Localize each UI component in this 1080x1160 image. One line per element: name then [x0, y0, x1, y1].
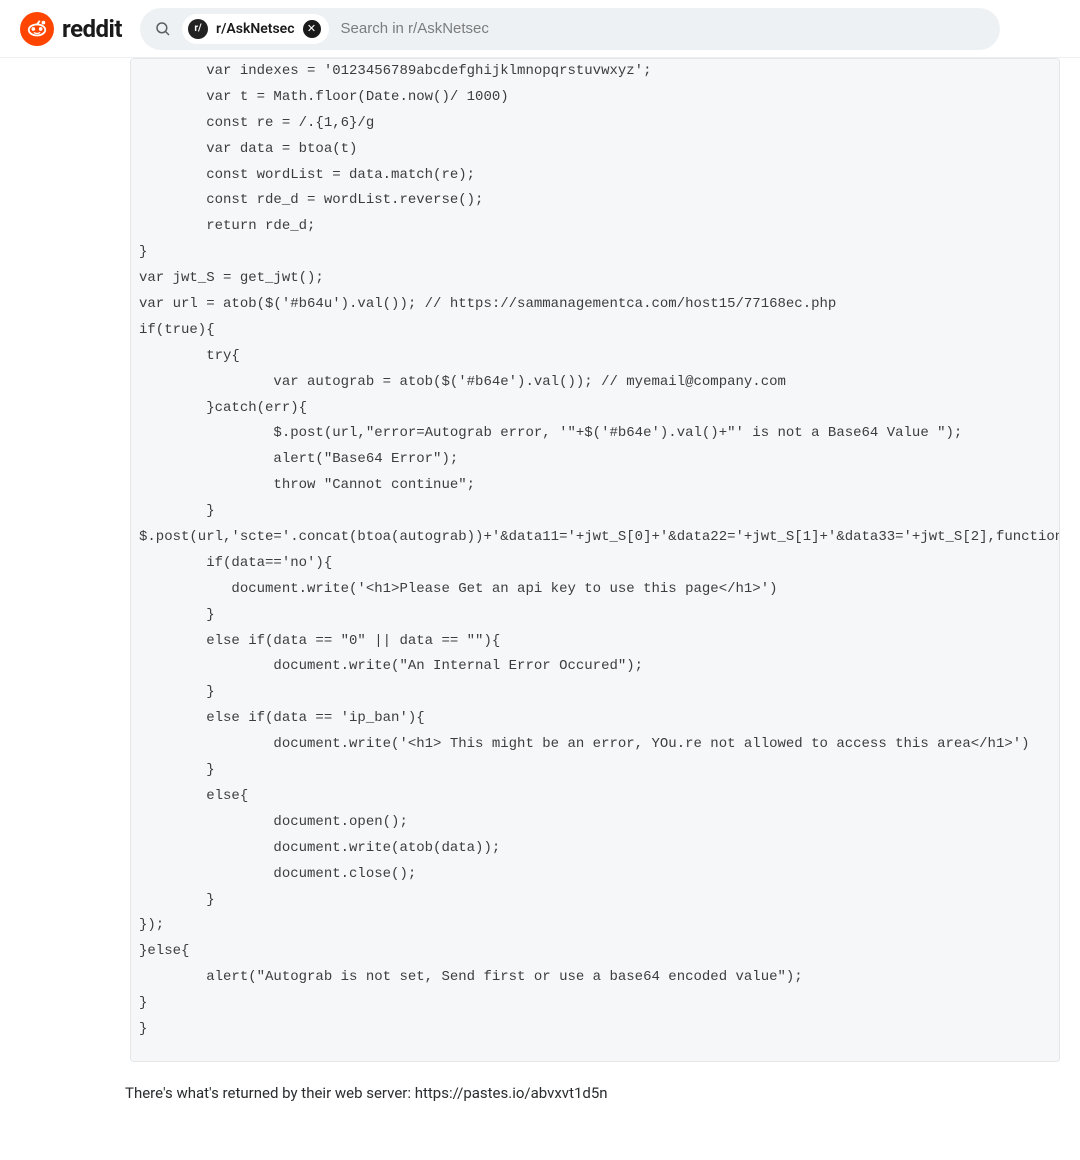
subreddit-avatar-icon: r/	[188, 19, 208, 39]
code-block[interactable]: var indexes = '0123456789abcdefghijklmno…	[130, 58, 1060, 1062]
search-icon	[154, 20, 172, 38]
search-bar[interactable]: r/ r/AskNetsec ✕	[140, 8, 1000, 50]
caption-line: There's what's returned by their web ser…	[125, 1084, 1060, 1102]
reddit-logo-icon	[20, 12, 54, 46]
code-text: var indexes = '0123456789abcdefghijklmno…	[131, 59, 1059, 1043]
search-input[interactable]	[339, 19, 987, 38]
brand-name: reddit	[62, 15, 122, 43]
clear-scope-icon[interactable]: ✕	[303, 20, 321, 38]
search-scope-pill[interactable]: r/ r/AskNetsec ✕	[182, 14, 328, 44]
brand-logo[interactable]: reddit	[20, 12, 122, 46]
search-scope-label: r/AskNetsec	[216, 21, 294, 37]
post-content: var indexes = '0123456789abcdefghijklmno…	[0, 58, 1080, 1122]
caption-prefix: There's what's returned by their web ser…	[125, 1084, 415, 1102]
app-header: reddit r/ r/AskNetsec ✕	[0, 0, 1080, 58]
caption-link[interactable]: https://pastes.io/abvxvt1d5n	[415, 1084, 608, 1102]
